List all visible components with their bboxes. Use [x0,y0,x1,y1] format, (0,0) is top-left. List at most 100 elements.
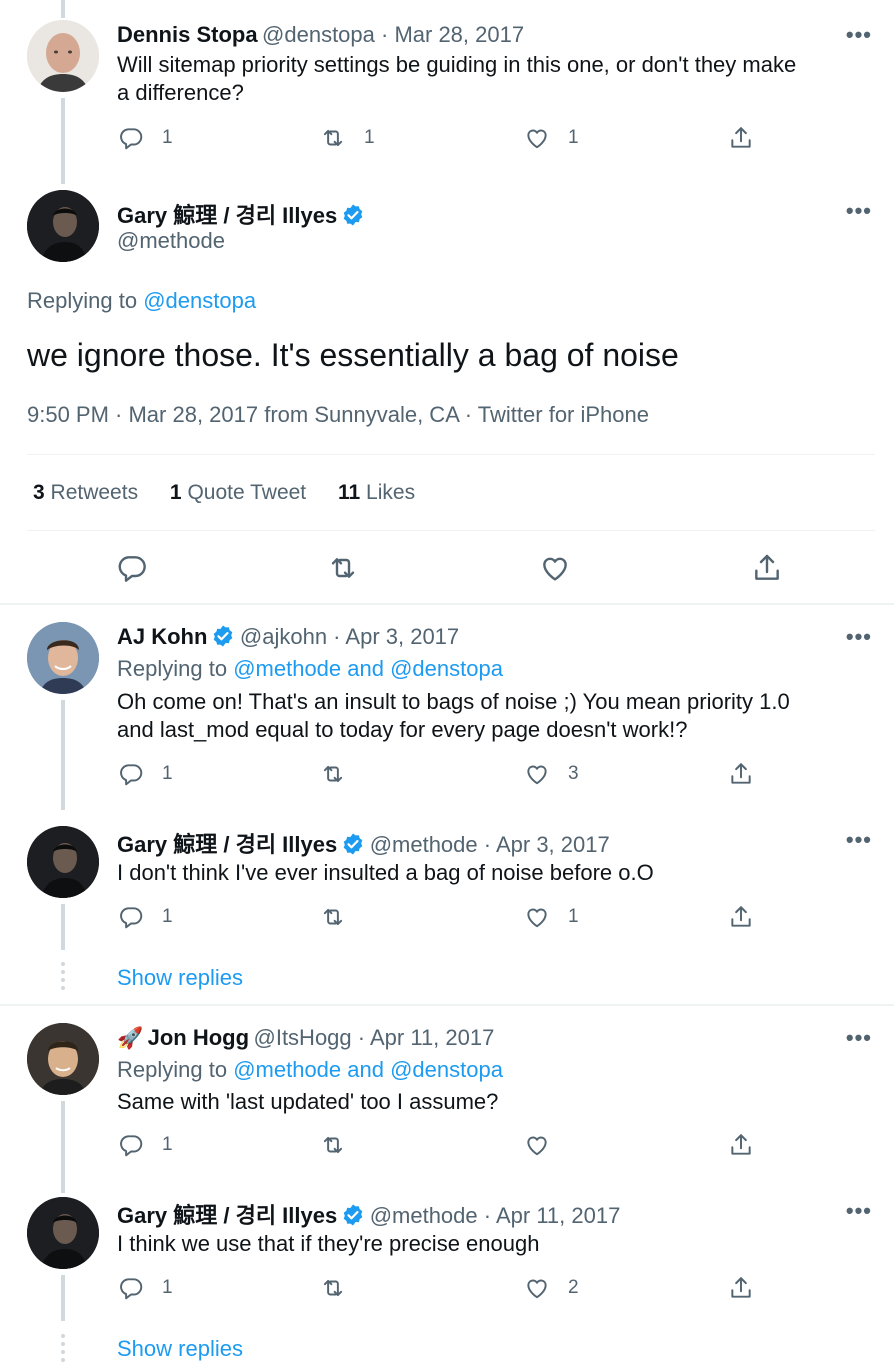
heart-icon [524,761,550,787]
reply-button[interactable]: 1 [118,1132,173,1158]
likes-label: Likes [366,481,416,504]
tweet-text: I think we use that if they're precise e… [117,1231,540,1256]
reply-button[interactable]: 1 [118,125,173,151]
retweet-button[interactable] [320,1132,364,1158]
retweet-icon [320,761,346,787]
reply-count: 1 [162,763,173,784]
tweet-timestamp[interactable]: 9:50 PM · Mar 28, 2017 from Sunnyvale, C… [27,402,649,428]
author-name[interactable]: Gary 鯨理 / 경리 Illyes [117,1203,337,1228]
share-icon [728,761,754,787]
tweet-text: Oh come on! That's an insult to bags of … [117,689,790,742]
share-button[interactable] [728,1132,754,1158]
quotes-stat[interactable]: 1 Quote Tweet [170,481,306,504]
replying-label: Replying to [27,288,138,313]
reply-count: 1 [162,906,173,927]
section-divider [0,603,894,605]
retweet-button[interactable] [320,761,364,787]
verified-badge-icon [341,1203,365,1227]
share-icon [728,125,754,151]
retweet-icon [320,1132,346,1158]
author-handle[interactable]: @methode [117,228,225,254]
author-meta[interactable]: @denstopa · Mar 28, 2017 [262,22,524,47]
retweets-count: 3 [33,481,45,504]
likes-stat[interactable]: 11 Likes [338,481,415,504]
rocket-emoji-icon: 🚀 [117,1027,144,1050]
retweet-button[interactable] [327,552,359,584]
retweet-button[interactable] [320,904,364,930]
thread-line [61,98,65,184]
reply-icon [118,1275,144,1301]
share-icon [728,1132,754,1158]
heart-icon [524,1275,550,1301]
avatar-itshogg[interactable] [27,1023,99,1095]
retweet-button[interactable]: 1 [320,125,375,151]
like-button[interactable] [524,1132,568,1158]
avatar-denstopa[interactable] [27,20,99,92]
replying-to-link[interactable]: @methode and @denstopa [233,656,503,681]
like-count: 3 [568,763,579,784]
like-button[interactable]: 2 [524,1275,579,1301]
show-replies-link[interactable]: Show replies [117,1336,243,1362]
more-options-icon[interactable]: ••• [846,22,872,48]
thread-line [61,0,65,18]
share-button[interactable] [728,125,754,151]
more-options-icon[interactable]: ••• [846,827,872,853]
thread-dots [61,1334,69,1362]
replying-to-link[interactable]: @denstopa [143,288,256,313]
avatar-methode[interactable] [27,190,99,262]
share-icon [728,1275,754,1301]
reply-button[interactable]: 1 [118,761,173,787]
reply-button[interactable] [116,552,148,584]
like-button[interactable]: 1 [524,904,579,930]
heart-icon [524,125,550,151]
share-button[interactable] [751,552,783,584]
verified-badge-icon [211,624,235,648]
author-meta[interactable]: @ajkohn · Apr 3, 2017 [240,624,459,649]
like-button[interactable] [539,552,571,584]
avatar-ajkohn[interactable] [27,622,99,694]
replying-label: Replying to [117,1057,228,1082]
more-options-icon[interactable]: ••• [846,1198,872,1224]
main-tweet-text: we ignore those. It's essentially a bag … [27,337,679,373]
replying-label: Replying to [117,656,228,681]
avatar-methode[interactable] [27,1197,99,1269]
retweets-stat[interactable]: 3 Retweets [33,481,138,504]
like-count: 1 [568,127,579,148]
thread-line [61,700,65,810]
share-button[interactable] [728,904,754,930]
more-options-icon[interactable]: ••• [846,198,872,224]
divider [27,454,875,455]
author-name[interactable]: Gary 鯨理 / 경리 Illyes [117,203,337,228]
author-name[interactable]: Jon Hogg [148,1025,249,1050]
verified-badge-icon [341,203,365,227]
thread-line [61,904,65,950]
like-button[interactable]: 3 [524,761,579,787]
like-button[interactable]: 1 [524,125,579,151]
heart-icon [539,552,571,584]
thread-line [61,1275,65,1321]
share-button[interactable] [728,1275,754,1301]
author-name[interactable]: Gary 鯨理 / 경리 Illyes [117,832,337,857]
reply-button[interactable]: 1 [118,904,173,930]
retweets-label: Retweets [50,481,139,504]
show-replies-link[interactable]: Show replies [117,965,243,991]
tweet-text: Same with 'last updated' too I assume? [117,1089,499,1114]
author-meta[interactable]: @methode · Apr 11, 2017 [370,1203,621,1228]
share-button[interactable] [728,761,754,787]
reply-icon [118,125,144,151]
author-meta[interactable]: @methode · Apr 3, 2017 [370,832,610,857]
retweet-icon [320,904,346,930]
share-icon [728,904,754,930]
more-options-icon[interactable]: ••• [846,624,872,650]
reply-button[interactable]: 1 [118,1275,173,1301]
thread-line [61,1101,65,1193]
avatar-methode[interactable] [27,826,99,898]
author-meta[interactable]: @ItsHogg · Apr 11, 2017 [254,1025,495,1050]
replying-to-link[interactable]: @methode and @denstopa [233,1057,503,1082]
author-name[interactable]: AJ Kohn [117,624,207,649]
divider [27,530,875,531]
author-name[interactable]: Dennis Stopa [117,22,258,47]
retweet-button[interactable] [320,1275,364,1301]
tweet-text: Will sitemap priority settings be guidin… [117,52,797,105]
more-options-icon[interactable]: ••• [846,1025,872,1051]
